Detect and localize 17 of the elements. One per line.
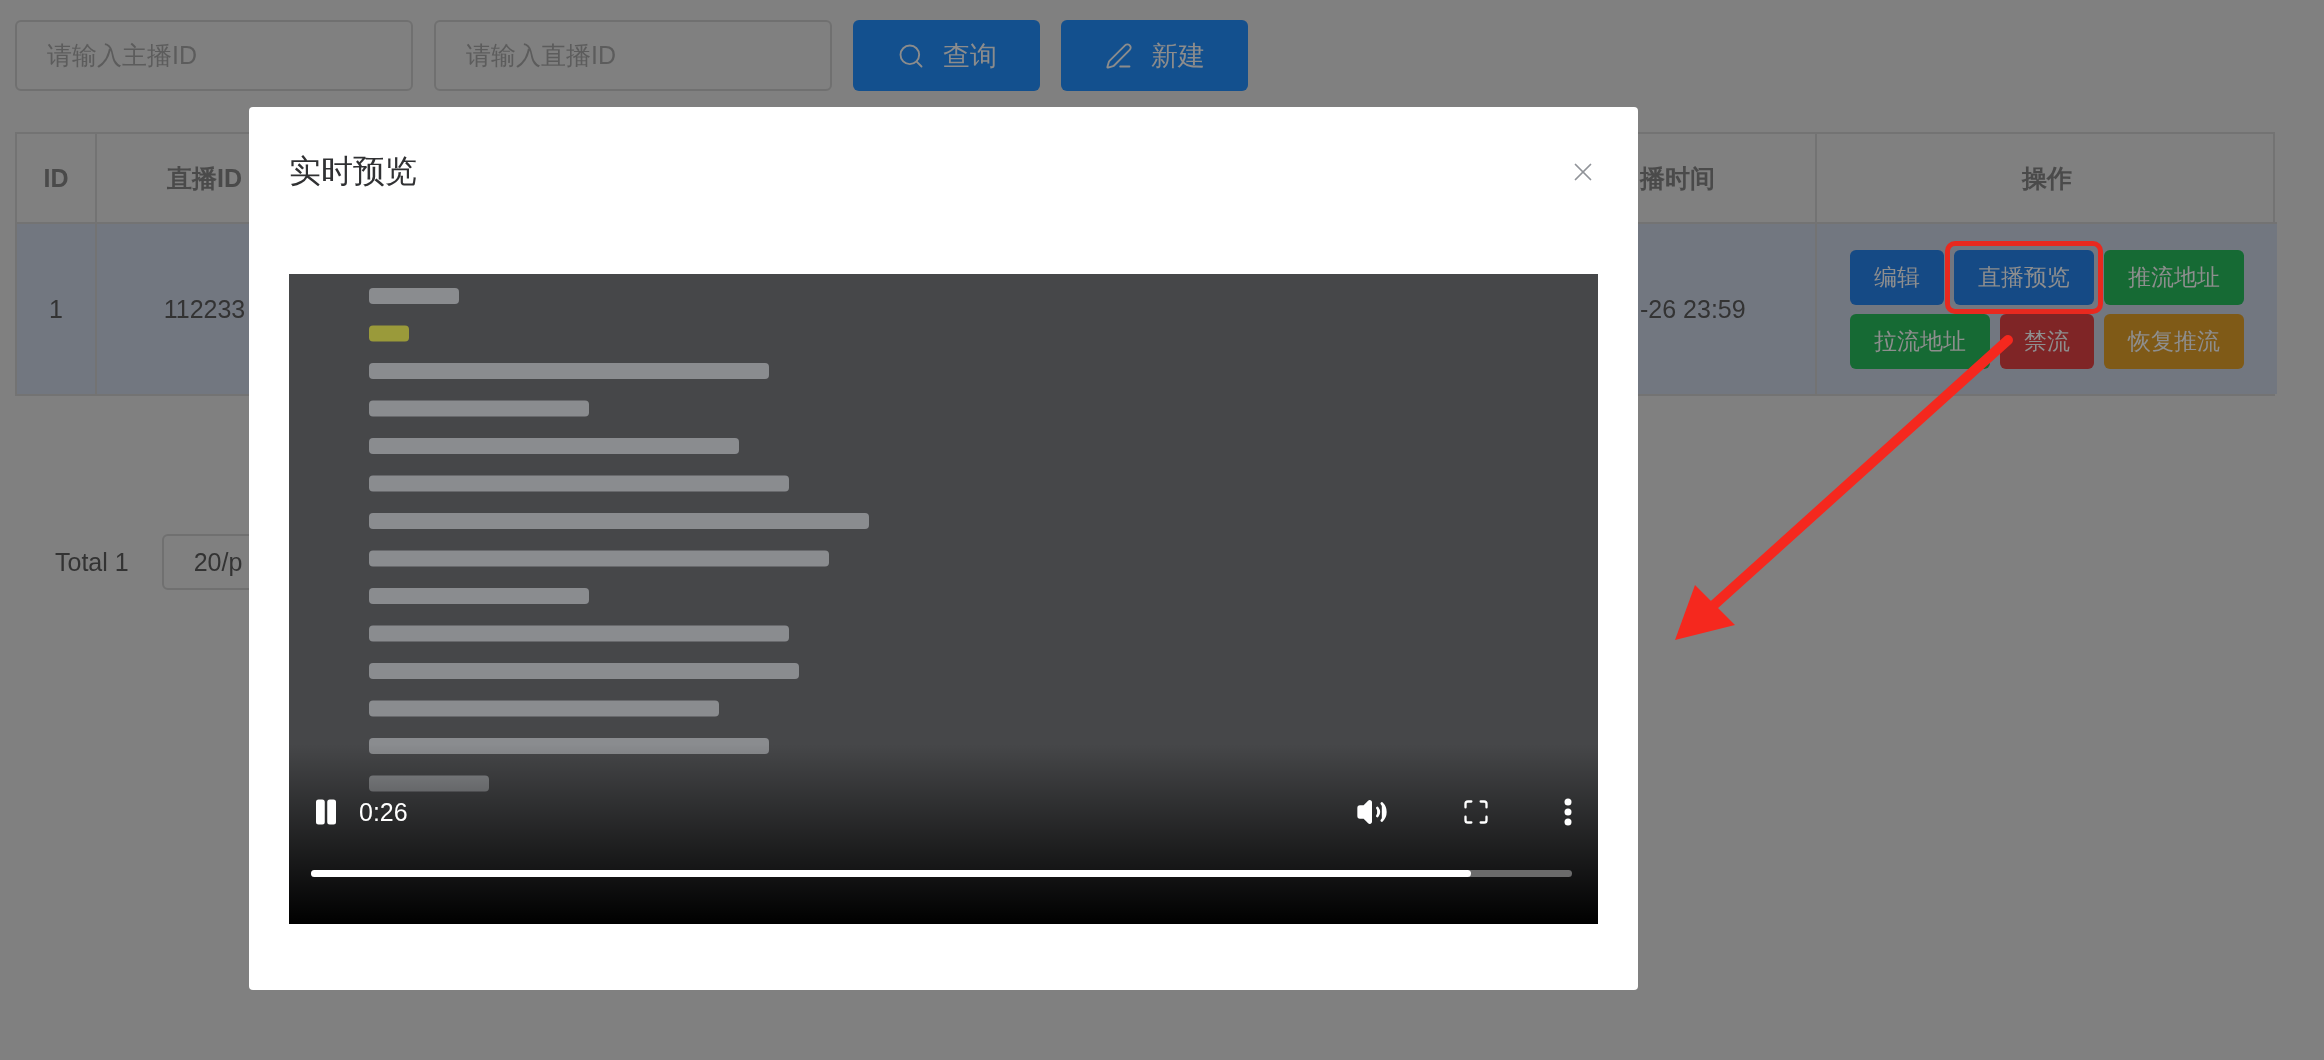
video-time: 0:26 — [359, 797, 408, 827]
action-button[interactable]: 拉流地址 — [1850, 313, 1990, 369]
fullscreen-button[interactable] — [1462, 798, 1490, 826]
pen-icon — [1104, 41, 1133, 70]
create-button[interactable]: 新建 — [1061, 20, 1248, 91]
action-button[interactable]: 编辑 — [1850, 249, 1944, 305]
more-icon — [1564, 798, 1572, 826]
action-button[interactable]: 禁流 — [2000, 313, 2094, 369]
search-button[interactable]: 查询 — [853, 20, 1040, 91]
action-button[interactable]: 推流地址 — [2104, 249, 2244, 305]
table-cell: 1 — [17, 224, 97, 394]
more-button[interactable] — [1564, 798, 1572, 826]
table-cell: -26 23:59 — [1640, 224, 1817, 394]
action-button[interactable]: 直播预览 — [1954, 249, 2094, 305]
action-button[interactable]: 恢复推流 — [2104, 313, 2244, 369]
fullscreen-icon — [1462, 798, 1490, 826]
total-count: Total 1 — [55, 547, 129, 577]
